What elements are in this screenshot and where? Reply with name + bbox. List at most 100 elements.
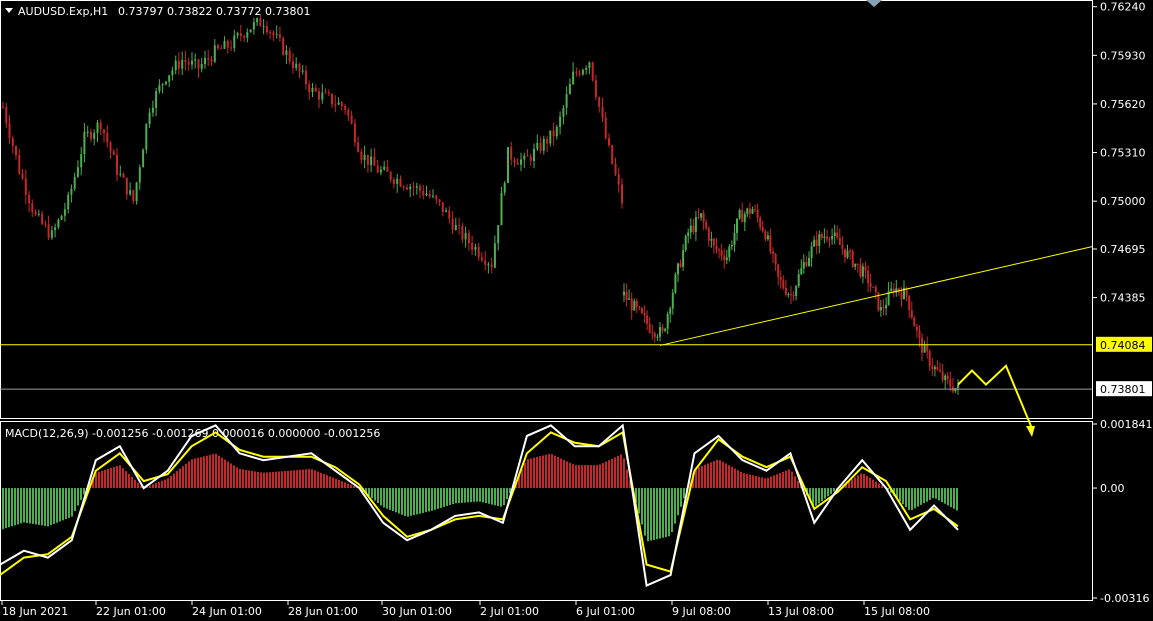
candle [34, 209, 37, 216]
candle [823, 228, 826, 244]
candle [838, 228, 841, 246]
candle-body [44, 223, 47, 225]
candle-body [684, 236, 687, 251]
candle [223, 36, 226, 49]
candle [779, 270, 782, 289]
candle [379, 166, 382, 176]
candle [50, 225, 53, 240]
candle-body [207, 58, 210, 60]
candle-body [76, 167, 79, 177]
candle-body [908, 295, 911, 311]
candle-body [493, 243, 496, 268]
candle [435, 194, 438, 204]
candle [784, 279, 787, 297]
candle [386, 159, 389, 173]
candle [252, 17, 255, 35]
candle-body [854, 263, 857, 267]
candle-body [879, 307, 882, 311]
candle-body [357, 142, 360, 152]
candle-body [441, 202, 444, 212]
candle-body [572, 71, 575, 84]
candle-body [184, 60, 187, 63]
candle [859, 258, 862, 279]
candle-body [651, 332, 654, 334]
candle [818, 230, 821, 254]
candle-body [748, 208, 751, 214]
candle [813, 235, 816, 248]
candle-body [769, 235, 772, 252]
x-tick-label: 30 Jun 01:00 [382, 605, 452, 618]
macd-header-label: MACD(12,26,9) -0.001256 -0.001269 0.0000… [5, 427, 380, 440]
candle [318, 87, 320, 109]
candles-layer [2, 14, 959, 395]
candle-body [109, 142, 112, 152]
candle-body [559, 116, 562, 127]
candle [314, 84, 317, 93]
candle [562, 105, 565, 125]
candle-body [578, 73, 581, 75]
candle [908, 295, 911, 318]
candle-body [687, 232, 690, 236]
macd-y-tick-label: 0.00 [1100, 482, 1125, 495]
candle [661, 323, 664, 334]
candle-body [723, 255, 726, 261]
candle [402, 185, 405, 191]
candle [116, 148, 118, 182]
candle [643, 305, 646, 323]
trendline[interactable] [659, 246, 1093, 346]
candle-body [761, 226, 764, 232]
candle [272, 30, 275, 41]
candle [828, 236, 831, 248]
candle-body [363, 154, 366, 160]
candle-body [487, 264, 490, 266]
candle [748, 202, 751, 219]
candle [951, 378, 954, 394]
candle [174, 55, 177, 75]
scroll-marker-icon[interactable] [866, 0, 882, 7]
candle-body [674, 274, 677, 293]
candle-body [41, 213, 44, 224]
candle [529, 153, 532, 166]
candle [187, 57, 190, 71]
candle [122, 172, 125, 178]
candle [63, 202, 66, 222]
candle-body [34, 211, 37, 215]
candle-body [510, 147, 513, 160]
candle [37, 209, 40, 217]
candle [926, 336, 929, 359]
candle [841, 236, 844, 255]
candle-body [623, 291, 625, 296]
candle-body [523, 155, 526, 160]
y-tick-label: 0.75310 [1100, 147, 1146, 160]
candle-body [132, 190, 135, 202]
candle-body [730, 245, 733, 247]
candle-body [239, 33, 242, 37]
candle-body [549, 130, 552, 144]
candle-body [419, 186, 421, 191]
symbol-label: AUDUSD.Exp,H1 [18, 5, 108, 18]
candle [820, 232, 823, 240]
candle [635, 298, 638, 314]
candle-body [671, 292, 674, 309]
candle-body [305, 70, 307, 85]
candle [507, 146, 509, 184]
candle [674, 272, 677, 294]
candle-body [702, 213, 705, 222]
candle [90, 128, 92, 143]
candle-body [122, 173, 125, 178]
candle-body [611, 145, 614, 164]
candle-body [923, 344, 926, 353]
dropdown-triangle-icon[interactable] [5, 8, 13, 13]
candle-body [37, 213, 40, 215]
candle-body [311, 88, 314, 92]
candle [756, 203, 759, 223]
candle [269, 30, 272, 40]
candle [923, 340, 926, 353]
candle-body [373, 156, 376, 166]
candle-body [256, 18, 259, 23]
candle [910, 301, 913, 320]
y-tick-label: 0.75930 [1100, 49, 1146, 62]
macd-histogram-layer [2, 453, 958, 542]
candle-body [318, 91, 320, 100]
candle-body [936, 367, 939, 370]
